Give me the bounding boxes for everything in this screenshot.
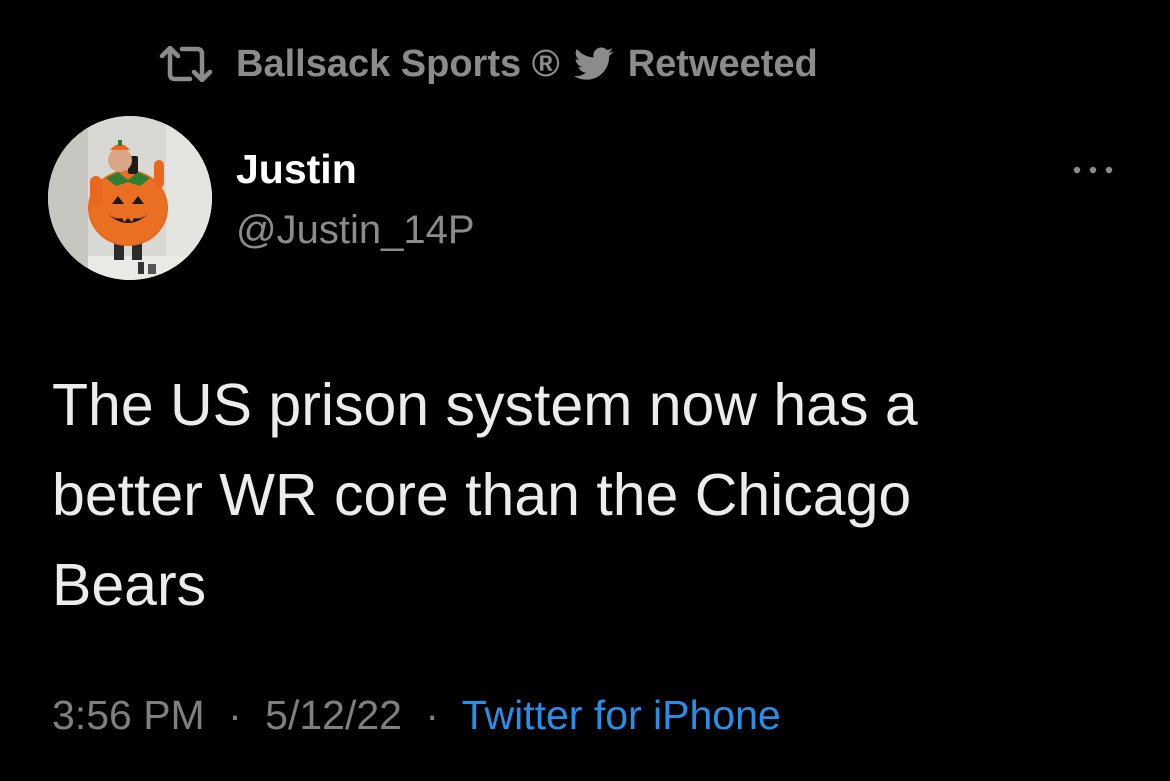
avatar[interactable]	[48, 116, 212, 280]
tweet-line: Bears	[52, 552, 207, 618]
meta-separator: ·	[228, 692, 242, 738]
tweet-time[interactable]: 3:56 PM	[52, 692, 205, 738]
author-handle[interactable]: @Justin_14P	[236, 208, 475, 253]
retweet-icon	[158, 44, 214, 84]
tweet-line: better WR core than the Chicago	[52, 462, 912, 528]
tweet-line: The US prison system now has a	[52, 372, 918, 438]
meta-separator: ·	[425, 692, 440, 738]
twitter-bird-icon	[573, 47, 614, 81]
author-display-name[interactable]: Justin	[236, 146, 357, 193]
tweet-text: The US prison system now has a better WR…	[52, 360, 1112, 630]
retweeted-label: Retweeted	[627, 42, 818, 85]
retweet-context[interactable]: Ballsack Sports ® Retweeted	[158, 40, 818, 88]
tweet-meta: 3:56 PM · 5/12/22 · Twitter for iPhone	[52, 692, 781, 739]
retweeter-name[interactable]: Ballsack Sports ®	[236, 43, 560, 86]
more-options-icon[interactable]	[1068, 158, 1118, 182]
tweet-date[interactable]: 5/12/22	[265, 692, 402, 738]
tweet-source-link[interactable]: Twitter for iPhone	[462, 692, 781, 738]
